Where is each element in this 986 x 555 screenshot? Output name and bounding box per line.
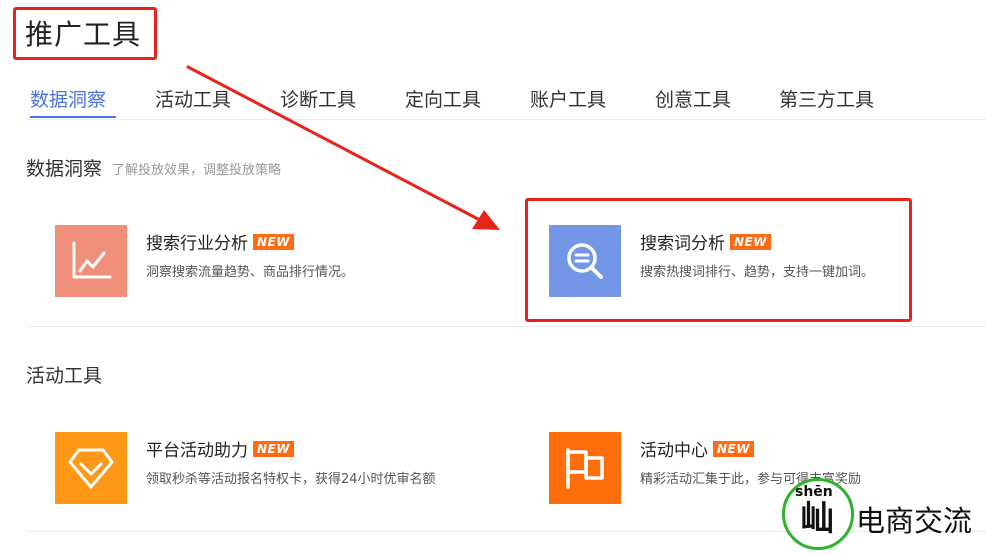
card-platform-activity-boost[interactable]: 平台活动助力 NEW 领取秒杀等活动报名特权卡，获得24小时优审名额 xyxy=(55,432,475,512)
line-chart-icon xyxy=(55,225,127,297)
tabs-divider xyxy=(26,119,986,120)
new-badge: NEW xyxy=(253,233,294,250)
keyword-card-annotation-box xyxy=(525,198,912,322)
section-divider xyxy=(26,326,986,327)
new-badge: NEW xyxy=(713,440,754,457)
tab-targeting-tools[interactable]: 定向工具 xyxy=(405,85,481,112)
watermark-glyph: 屾 xyxy=(800,499,834,539)
section-title-activity-tools: 活动工具 xyxy=(26,365,103,387)
tab-creative-tools[interactable]: 创意工具 xyxy=(655,85,731,112)
watermark-pinyin: shēn xyxy=(795,484,833,500)
card-desc: 领取秒杀等活动报名特权卡，获得24小时优审名额 xyxy=(146,472,436,487)
section-desc-data-insight: 了解投放效果，调整投放策略 xyxy=(112,163,282,178)
section-title-data-insight: 数据洞察 xyxy=(26,158,103,180)
card-title: 平台活动助力 xyxy=(146,441,248,461)
flag-icon xyxy=(549,432,621,504)
card-title: 搜索行业分析 xyxy=(146,234,248,254)
new-badge: NEW xyxy=(253,440,294,457)
tab-data-insight[interactable]: 数据洞察 xyxy=(30,85,106,112)
tab-account-tools[interactable]: 账户工具 xyxy=(530,85,606,112)
active-tab-indicator xyxy=(30,116,116,118)
tab-third-party-tools[interactable]: 第三方工具 xyxy=(779,85,874,112)
diamond-icon xyxy=(55,432,127,504)
page-title: 推广工具 xyxy=(25,18,142,51)
tab-activity-tools[interactable]: 活动工具 xyxy=(155,85,231,112)
card-search-industry-analysis[interactable]: 搜索行业分析 NEW 洞察搜索流量趋势、商品排行情况。 xyxy=(55,225,475,305)
watermark-text: 电商交流 xyxy=(856,504,973,538)
watermark-logo: shēn 屾 电商交流 xyxy=(782,478,986,552)
card-title: 活动中心 xyxy=(640,441,708,461)
card-desc: 洞察搜索流量趋势、商品排行情况。 xyxy=(146,265,355,280)
tab-diagnosis-tools[interactable]: 诊断工具 xyxy=(280,85,356,112)
